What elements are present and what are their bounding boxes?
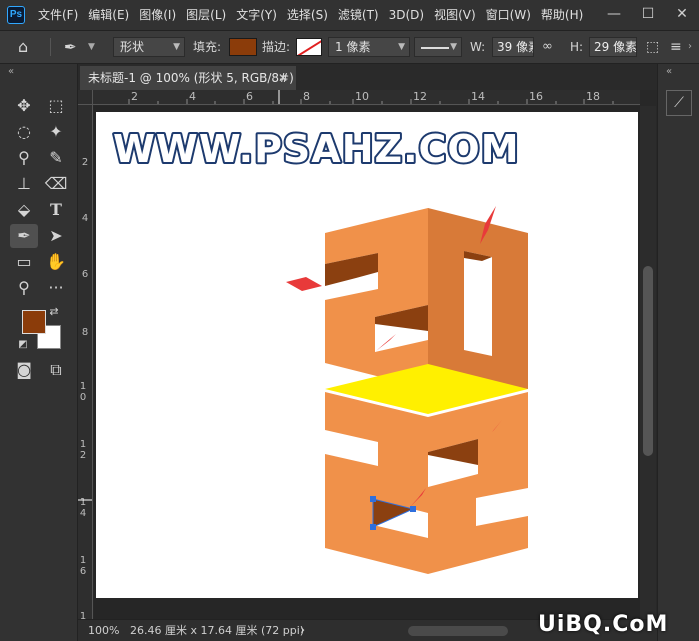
close-tab-icon[interactable]: ✕ [278,66,288,90]
pen-tool-icon[interactable]: ✒ [10,224,38,248]
path-alignment-icon[interactable]: ≡ [670,31,682,63]
stamp-tool-icon[interactable]: ⊥ [10,172,38,196]
menu-file[interactable]: 文件(F) [38,0,78,30]
menu-bar: Ps 文件(F) 编辑(E) 图像(I) 图层(L) 文字(Y) 选择(S) 滤… [0,0,699,30]
width-label: W: [470,40,486,54]
default-colors-icon[interactable]: ◩ [16,338,30,352]
divider [50,38,51,56]
chevron-down-icon: ▼ [398,42,405,52]
ruler-ticks [78,499,92,501]
path-operations-icon[interactable]: ⬚ [646,31,659,63]
brush-tool-icon[interactable]: ✎ [42,146,70,170]
headline-text: WWW.PSAHZ.COM [113,127,520,171]
stroke-width-dropdown[interactable]: 1 像素 ▼ [328,37,410,57]
zoom-tool-icon[interactable]: ⚲ [10,276,38,300]
upper-block-front-face [325,208,428,389]
foreground-color-swatch[interactable] [22,310,46,334]
status-arrow-icon[interactable]: › [300,620,305,641]
chevron-down-icon[interactable]: ▼ [88,31,95,63]
collapse-icon[interactable]: « [8,66,14,77]
pen-tool-preset-icon[interactable]: ✒ [64,31,77,63]
type-tool-icon[interactable]: T [42,198,70,222]
canvas[interactable]: WWW.PSAHZ.COM [96,112,638,598]
chevron-down-icon: ▼ [450,42,457,52]
magic-wand-tool-icon[interactable]: ✦ [42,120,70,144]
document-tab[interactable]: 未标题-1 @ 100% (形状 5, RGB/8#) * ✕ [80,66,296,90]
artwork: WWW.PSAHZ.COM [111,125,528,574]
more-tools-icon[interactable]: ··· [42,276,70,300]
ruler-origin[interactable] [78,90,93,105]
properties-panel-icon[interactable]: ⟋ [666,90,692,116]
fill-label: 填充: [193,40,222,54]
anchor-point[interactable] [410,506,416,512]
zoom-level[interactable]: 100% [88,620,119,641]
horizontal-scrollbar-thumb[interactable] [408,626,508,636]
tool-mode-value: 形状 [120,40,145,54]
menu-view[interactable]: 视图(V) [434,0,476,30]
right-panel-dock: « ⟋ [657,64,699,641]
chevron-down-icon: ▼ [173,42,180,52]
menu-items: 文件(F) 编辑(E) 图像(I) 图层(L) 文字(Y) 选择(S) 滤镜(T… [38,0,593,30]
tool-mode-dropdown[interactable]: 形状 ▼ [113,37,185,57]
options-bar: ⌂ ✒ ▼ 形状 ▼ 填充: 描边: 1 像素 ▼ ▼ W: 39 像素 ∞ H… [0,30,699,64]
menu-help[interactable]: 帮助(H) [541,0,583,30]
menu-layer[interactable]: 图层(L) [186,0,226,30]
menu-window[interactable]: 窗口(W) [486,0,531,30]
document-size: 26.46 厘米 x 17.64 厘米 (72 ppi) [130,624,305,637]
menu-edit[interactable]: 编辑(E) [88,0,129,30]
stroke-label: 描边: [262,40,291,54]
link-icon[interactable]: ∞ [542,31,553,63]
home-icon[interactable]: ⌂ [18,31,28,63]
swap-colors-icon[interactable]: ⇄ [46,304,62,320]
path-selection-tool-icon[interactable]: ➤ [42,224,70,248]
paint-bucket-tool-icon[interactable]: ⬙ [10,198,38,222]
stroke-type-dropdown[interactable]: ▼ [414,37,462,57]
vertical-ruler[interactable]: 2 4 6 8 1 0 1 2 1 4 1 6 1 8 [78,105,93,625]
marquee-tool-icon[interactable]: ⬚ [42,94,70,118]
lower-block-front-face [325,392,428,574]
width-input[interactable]: 39 像素 [492,37,534,57]
eraser-tool-icon[interactable]: ⌫ [42,172,70,196]
menu-3d[interactable]: 3D(D) [389,0,424,30]
lasso-tool-icon[interactable]: ◌ [10,120,38,144]
quick-mask-icon[interactable]: ◙ [10,358,38,382]
rectangle-tool-icon[interactable]: ▭ [10,250,38,274]
stroke-width-value: 1 像素 [335,40,371,54]
document-tabs: 未标题-1 @ 100% (形状 5, RGB/8#) * ✕ [78,64,657,90]
fill-color-swatch[interactable] [229,38,257,56]
horizontal-ruler[interactable]: 2 4 6 8 10 12 14 16 18 [93,90,640,105]
tools-panel: « ✥ ⬚ ◌ ✦ ⚲ ✎ ⊥ ⌫ ⬙ T ✒ ➤ ▭ ✋ ⚲ ··· ⇄ ◩ … [0,64,78,641]
eyedropper-tool-icon[interactable]: ⚲ [10,146,38,170]
hand-tool-icon[interactable]: ✋ [42,250,70,274]
vertical-scrollbar-thumb[interactable] [643,266,653,456]
height-input[interactable]: 29 像素 [589,37,637,57]
watermark-logo: UiBQ.CoM [538,612,669,637]
stroke-line-preview [421,46,449,49]
document-tab-title: 未标题-1 @ 100% (形状 5, RGB/8#) * [88,71,296,85]
anchor-point[interactable] [370,524,376,530]
menu-image[interactable]: 图像(I) [139,0,176,30]
move-tool-icon[interactable]: ✥ [10,94,38,118]
screen-mode-icon[interactable]: ⧉ [42,358,70,382]
stroke-color-swatch[interactable] [296,38,322,56]
menu-select[interactable]: 选择(S) [287,0,328,30]
menu-filter[interactable]: 滤镜(T) [338,0,379,30]
red-arrow-icon [286,277,322,291]
chevron-right-icon[interactable]: › [688,31,692,63]
height-label: H: [570,40,584,54]
photoshop-logo: Ps [7,6,25,24]
side-slot-cut [464,251,492,356]
close-button[interactable]: ✕ [665,0,699,30]
collapse-icon[interactable]: « [666,66,672,77]
ruler-ticks [128,90,614,104]
anchor-point[interactable] [370,496,376,502]
menu-type[interactable]: 文字(Y) [236,0,277,30]
maximize-button[interactable]: ☐ [631,0,665,30]
minimize-button[interactable]: — [597,0,631,30]
